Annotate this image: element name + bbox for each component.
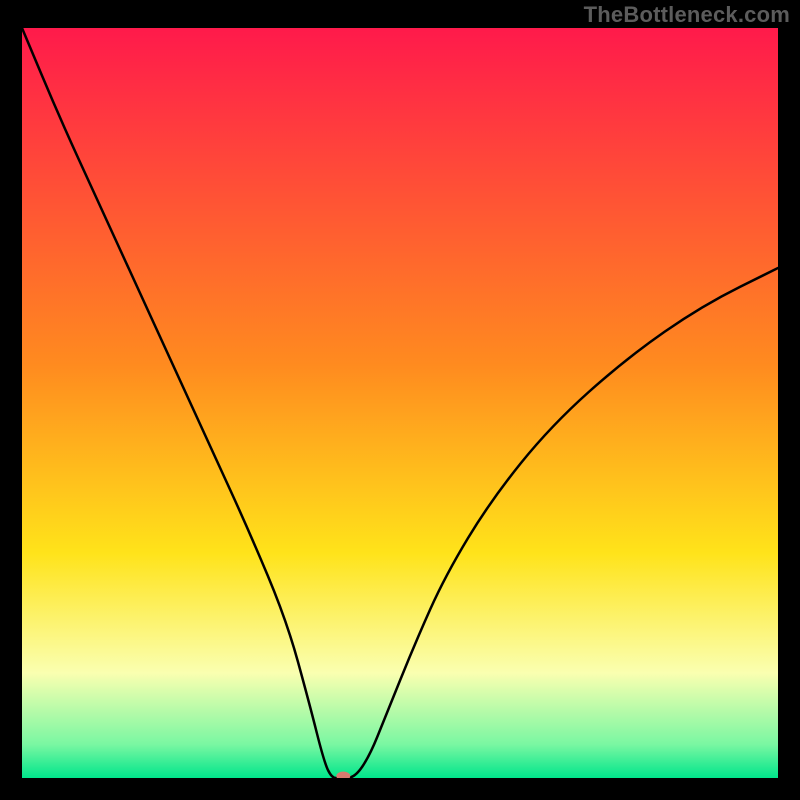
chart-frame: TheBottleneck.com [0,0,800,800]
chart-plot-area [22,28,778,778]
watermark-text: TheBottleneck.com [584,2,790,28]
chart-svg [22,28,778,778]
chart-background [22,28,778,778]
